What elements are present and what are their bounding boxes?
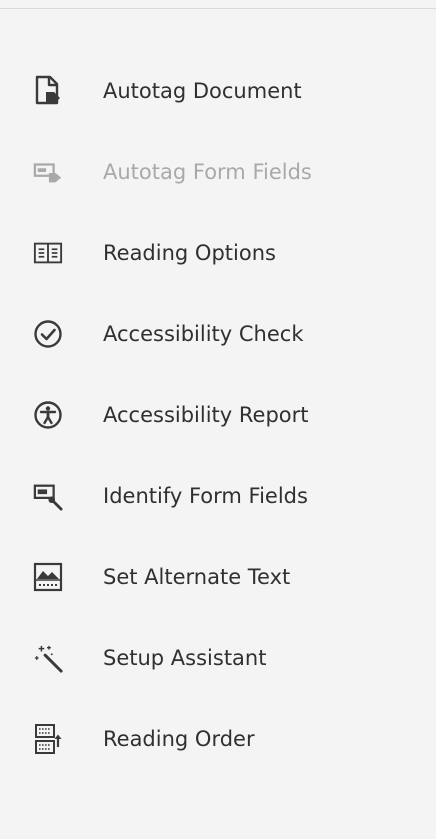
tool-reading-options[interactable]: Reading Options (0, 212, 436, 293)
accessibility-tools-panel: Autotag Document Autotag Form Fields Rea… (0, 0, 436, 839)
tool-set-alternate-text[interactable]: Set Alternate Text (0, 536, 436, 617)
identify-form-fields-icon (33, 481, 63, 511)
tool-label: Autotag Form Fields (103, 159, 312, 184)
tool-label: Set Alternate Text (103, 564, 291, 589)
tool-reading-order[interactable]: Reading Order (0, 698, 436, 779)
reading-options-icon (33, 238, 63, 268)
reading-order-icon (33, 723, 63, 754)
tool-label: Identify Form Fields (103, 483, 308, 508)
accessibility-report-icon (33, 400, 63, 430)
top-divider (0, 8, 436, 9)
tool-label: Accessibility Report (103, 402, 309, 427)
tool-label: Autotag Document (103, 78, 302, 103)
accessibility-check-icon (33, 319, 63, 349)
tool-label: Setup Assistant (103, 645, 267, 670)
setup-assistant-icon (33, 643, 63, 673)
tool-label: Reading Order (103, 726, 255, 751)
autotag-document-icon (33, 75, 63, 106)
tool-identify-form-fields[interactable]: Identify Form Fields (0, 455, 436, 536)
tool-label: Reading Options (103, 240, 276, 265)
set-alternate-text-icon (33, 562, 63, 592)
tool-accessibility-report[interactable]: Accessibility Report (0, 374, 436, 455)
autotag-form-fields-icon (33, 157, 63, 187)
tool-autotag-document[interactable]: Autotag Document (0, 50, 436, 131)
tool-list: Autotag Document Autotag Form Fields Rea… (0, 50, 436, 779)
tool-autotag-form-fields[interactable]: Autotag Form Fields (0, 131, 436, 212)
tool-accessibility-check[interactable]: Accessibility Check (0, 293, 436, 374)
tool-label: Accessibility Check (103, 321, 304, 346)
tool-setup-assistant[interactable]: Setup Assistant (0, 617, 436, 698)
